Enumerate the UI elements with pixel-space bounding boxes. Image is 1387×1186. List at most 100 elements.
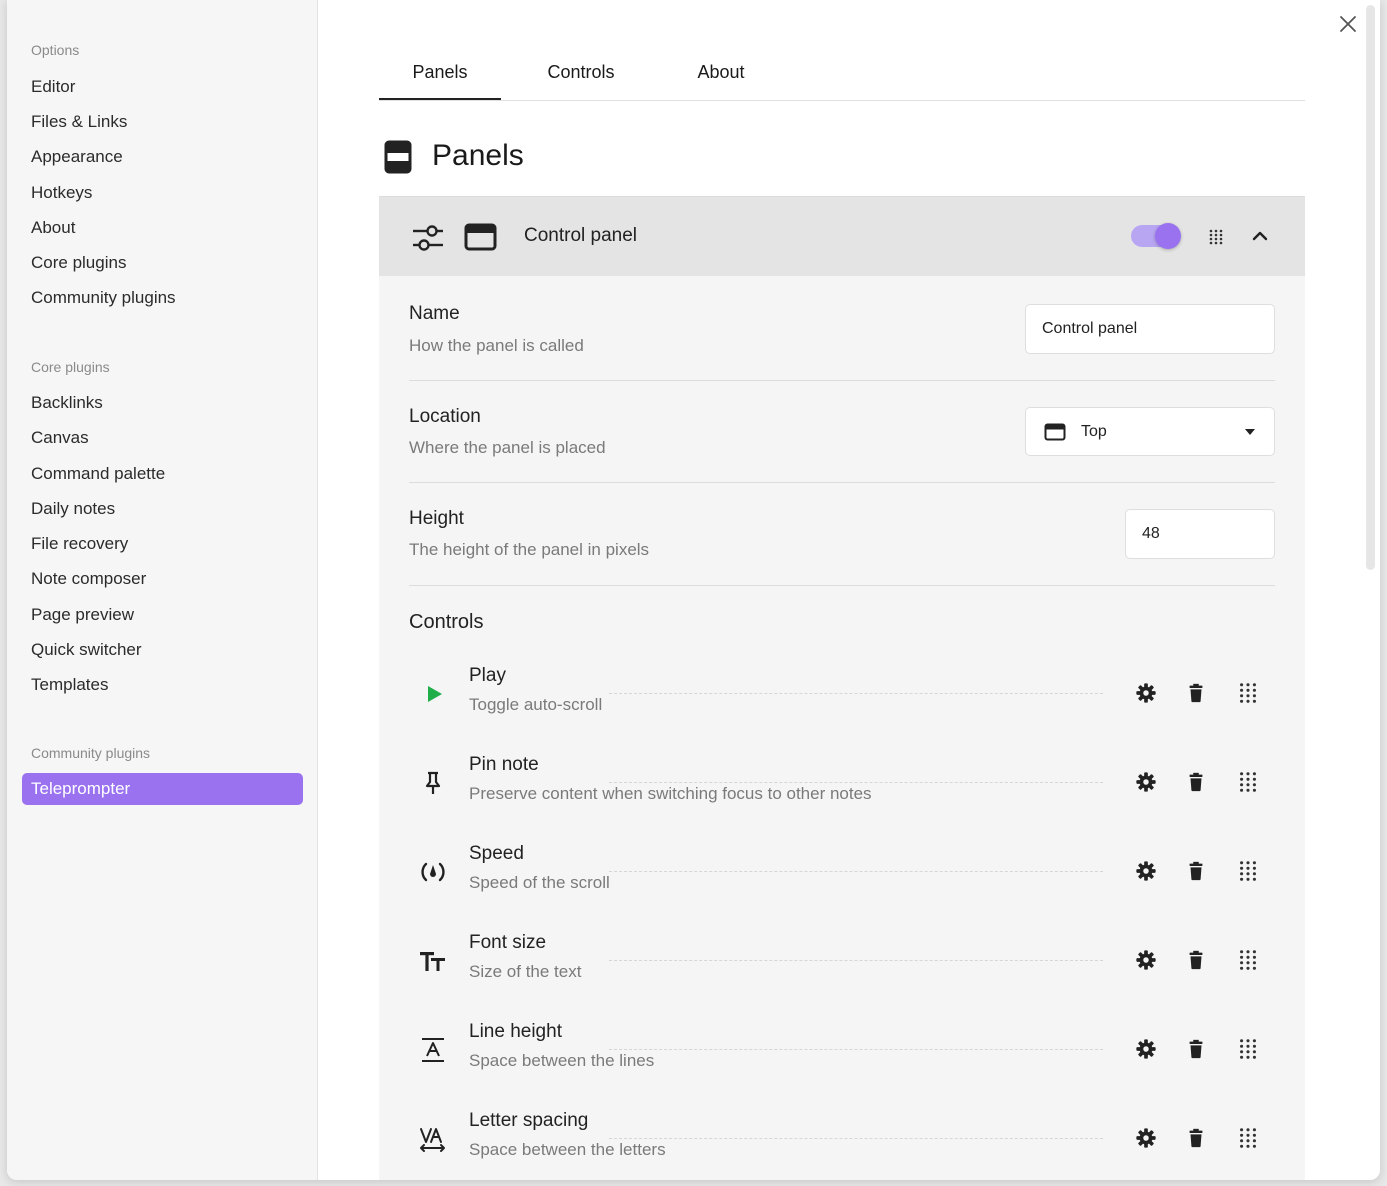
sidebar-item-about[interactable]: About <box>22 212 303 244</box>
control-item-play: Play Toggle auto-scroll <box>409 656 1275 745</box>
setting-location-description: Where the panel is placed <box>409 438 606 457</box>
sidebar-item-page-preview[interactable]: Page preview <box>22 599 303 631</box>
sidebar-item-note-composer[interactable]: Note composer <box>22 563 303 595</box>
drag-handle-icon[interactable] <box>1237 1038 1259 1060</box>
sidebar-item-daily-notes[interactable]: Daily notes <box>22 493 303 525</box>
setting-name-label: Name <box>409 303 460 324</box>
setting-name: Name How the panel is called <box>409 276 1275 381</box>
toggle-knob <box>1155 223 1181 249</box>
setting-height: Height The height of the panel in pixels <box>409 483 1275 586</box>
play-icon <box>428 686 442 702</box>
drag-handle-icon[interactable] <box>1237 860 1259 882</box>
control-description: Toggle auto-scroll <box>469 695 621 715</box>
control-description: Speed of the scroll <box>469 873 628 893</box>
control-item-line-height: Line height Space between the lines <box>409 1012 1275 1101</box>
sidebar-item-teleprompter[interactable]: Teleprompter <box>22 773 303 805</box>
control-item-letter-spacing: Letter spacing Space between the letters <box>409 1101 1275 1180</box>
drag-handle-icon[interactable] <box>1237 771 1259 793</box>
panel-icon <box>384 140 412 174</box>
row-divider <box>609 1049 1103 1050</box>
control-name: Pin note <box>469 754 539 775</box>
setting-location: Location Where the panel is placed Top <box>409 381 1275 483</box>
control-name: Line height <box>469 1021 562 1042</box>
setting-name-description: How the panel is called <box>409 336 584 355</box>
gear-icon[interactable] <box>1135 1038 1157 1060</box>
trash-icon[interactable] <box>1185 1038 1207 1060</box>
tab-bar: Panels Controls About <box>379 50 1305 101</box>
row-divider <box>609 871 1103 872</box>
row-divider <box>609 960 1103 961</box>
control-name: Play <box>469 665 506 686</box>
gear-icon[interactable] <box>1135 949 1157 971</box>
location-select[interactable]: Top <box>1025 407 1275 456</box>
sidebar-item-canvas[interactable]: Canvas <box>22 422 303 454</box>
close-icon[interactable] <box>1336 12 1360 36</box>
control-name: Font size <box>469 932 547 953</box>
sidebar-item-hotkeys[interactable]: Hotkeys <box>22 177 303 209</box>
row-divider <box>609 1138 1103 1139</box>
caret-down-icon <box>1245 429 1255 435</box>
pin-icon <box>425 771 441 794</box>
sliders-icon <box>413 225 443 251</box>
control-description: Space between the letters <box>469 1140 684 1160</box>
letter-spacing-icon <box>420 1128 445 1152</box>
trash-icon[interactable] <box>1185 949 1207 971</box>
sidebar-item-templates[interactable]: Templates <box>22 669 303 701</box>
sidebar-item-editor[interactable]: Editor <box>22 71 303 103</box>
setting-height-label: Height <box>409 508 464 529</box>
sidebar-heading-options: Options <box>31 42 80 58</box>
location-select-value: Top <box>1081 423 1107 440</box>
panel-header[interactable]: Control panel <box>379 196 1305 276</box>
setting-location-label: Location <box>409 406 481 427</box>
drag-handle-icon[interactable] <box>1237 682 1259 704</box>
panel-top-icon <box>1044 423 1066 441</box>
panel-top-icon <box>464 223 497 251</box>
sidebar-item-core-plugins[interactable]: Core plugins <box>22 247 303 279</box>
control-item-font-size: Font size Size of the text <box>409 923 1275 1012</box>
trash-icon[interactable] <box>1185 1127 1207 1149</box>
sidebar-item-files-links[interactable]: Files & Links <box>22 106 303 138</box>
page-title: Panels <box>432 139 524 172</box>
sidebar-item-community-plugins[interactable]: Community plugins <box>22 282 303 314</box>
row-divider <box>609 693 1103 694</box>
control-name: Letter spacing <box>469 1110 589 1131</box>
settings-sidebar: Options Editor Files & Links Appearance … <box>7 0 318 1180</box>
scrollbar[interactable] <box>1366 5 1375 570</box>
gear-icon[interactable] <box>1135 771 1157 793</box>
trash-icon[interactable] <box>1185 771 1207 793</box>
tab-about[interactable]: About <box>661 50 781 100</box>
gear-icon[interactable] <box>1135 860 1157 882</box>
panel-settings: Name How the panel is called Location Wh… <box>379 276 1305 1180</box>
drag-handle-icon[interactable] <box>1237 949 1259 971</box>
speed-icon <box>421 862 445 882</box>
tab-panels[interactable]: Panels <box>379 50 501 100</box>
control-name: Speed <box>469 843 524 864</box>
setting-height-description: The height of the panel in pixels <box>409 540 650 559</box>
gear-icon[interactable] <box>1135 682 1157 704</box>
control-description: Size of the text <box>469 962 600 982</box>
line-height-icon <box>422 1038 444 1062</box>
trash-icon[interactable] <box>1185 860 1207 882</box>
control-description: Preserve content when switching focus to… <box>469 784 890 804</box>
panel-height-input[interactable] <box>1125 509 1275 559</box>
sidebar-heading-community-plugins: Community plugins <box>31 745 151 761</box>
gear-icon[interactable] <box>1135 1127 1157 1149</box>
panel-name-input[interactable] <box>1025 304 1275 354</box>
sidebar-item-backlinks[interactable]: Backlinks <box>22 387 303 419</box>
row-divider <box>609 782 1103 783</box>
sidebar-item-file-recovery[interactable]: File recovery <box>22 528 303 560</box>
drag-handle-icon[interactable] <box>1208 229 1224 245</box>
chevron-up-icon[interactable] <box>1251 229 1269 243</box>
control-item-pin-note: Pin note Preserve content when switching… <box>409 745 1275 834</box>
drag-handle-icon[interactable] <box>1237 1127 1259 1149</box>
panel-enabled-toggle[interactable] <box>1131 223 1181 249</box>
sidebar-item-appearance[interactable]: Appearance <box>22 141 303 173</box>
controls-heading: Controls <box>409 611 484 633</box>
trash-icon[interactable] <box>1185 682 1207 704</box>
sidebar-item-quick-switcher[interactable]: Quick switcher <box>22 634 303 666</box>
control-item-speed: Speed Speed of the scroll <box>409 834 1275 923</box>
sidebar-item-command-palette[interactable]: Command palette <box>22 458 303 490</box>
tab-controls[interactable]: Controls <box>519 50 643 100</box>
control-description: Space between the lines <box>469 1051 673 1071</box>
font-size-icon <box>420 952 445 971</box>
